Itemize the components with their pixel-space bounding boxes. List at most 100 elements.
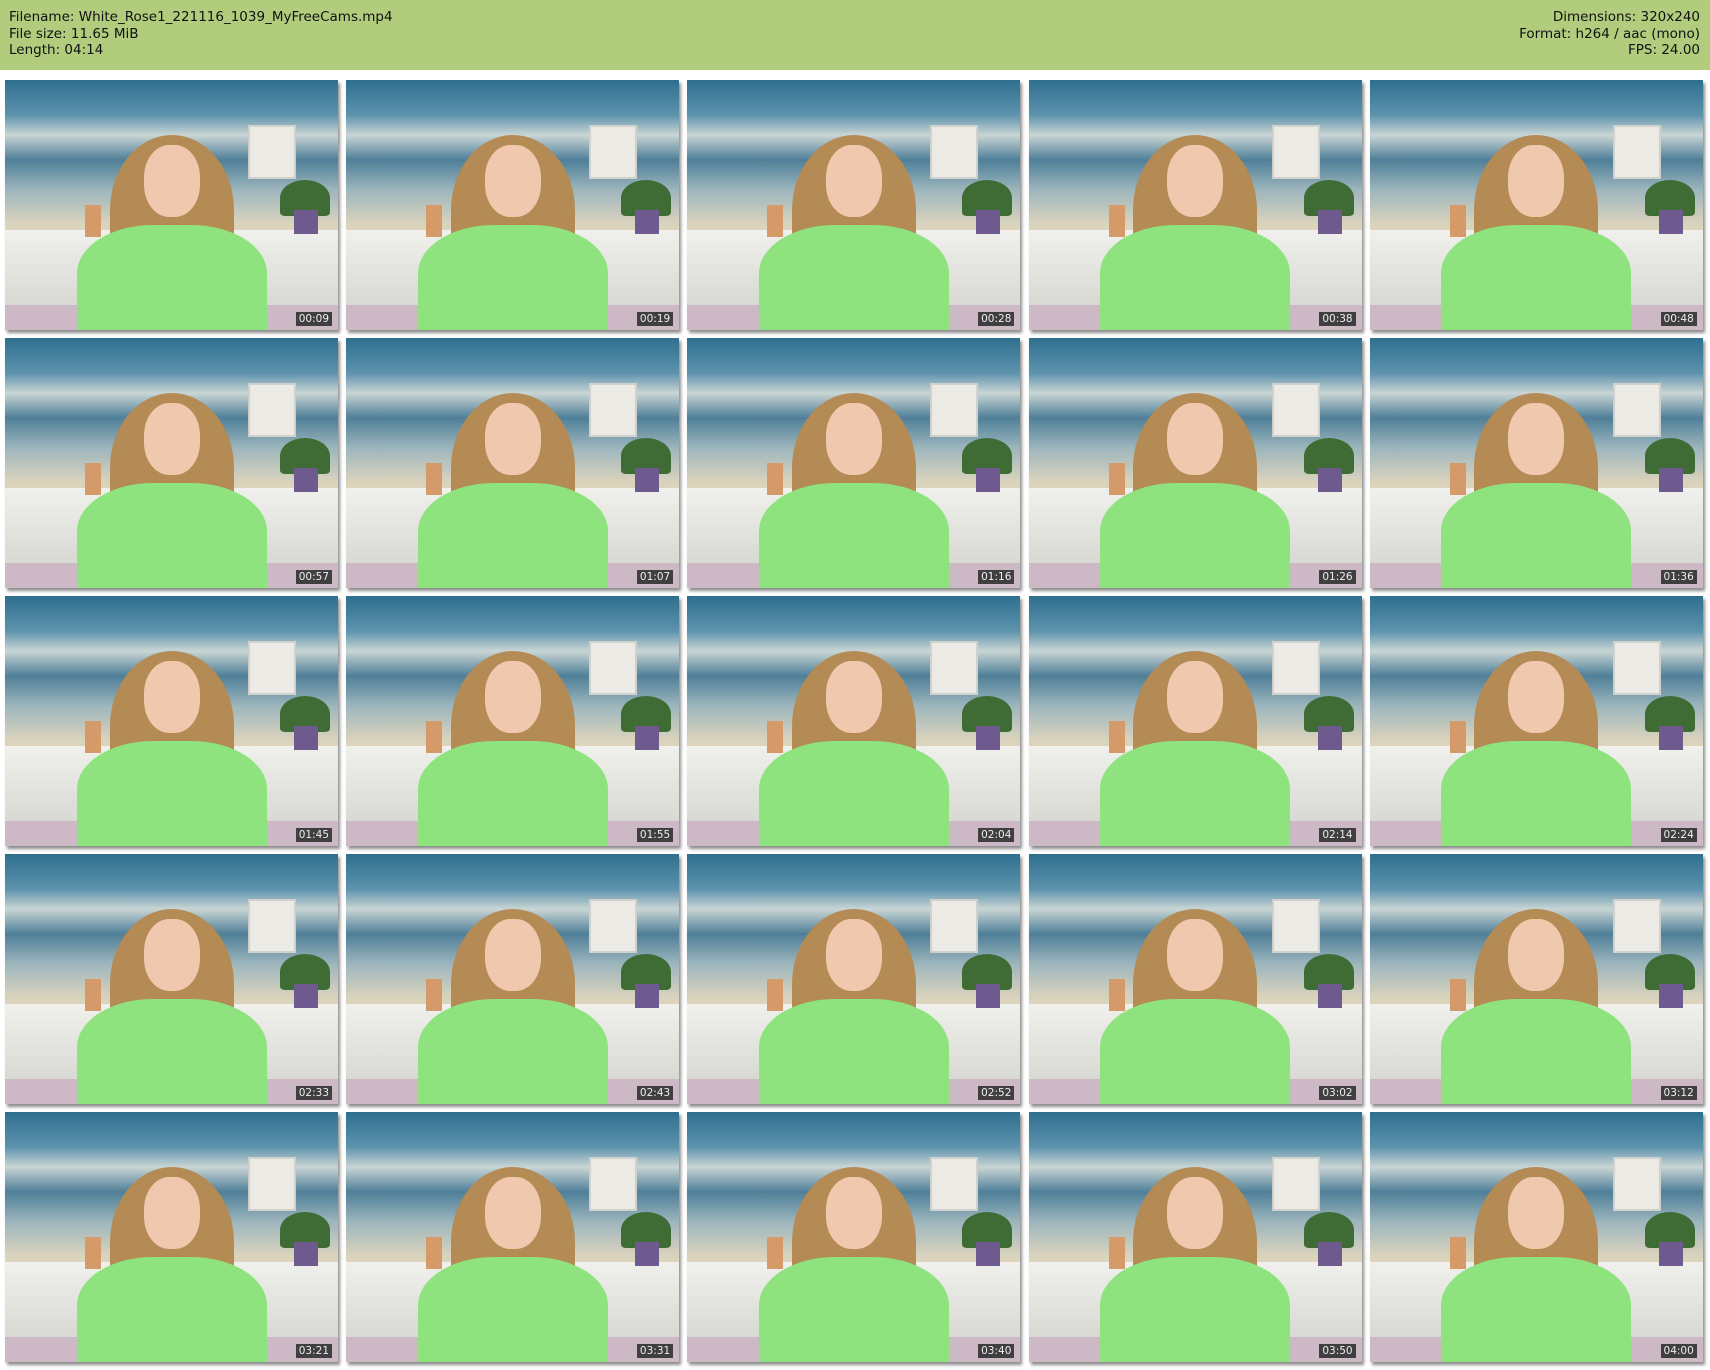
video-frame-thumbnail: 03:12 — [1369, 854, 1703, 1104]
pot — [1658, 726, 1683, 750]
tower — [426, 463, 443, 495]
timestamp: 00:09 — [295, 312, 332, 326]
pot — [635, 210, 660, 234]
wall-panel — [589, 1157, 638, 1211]
person-body — [1441, 741, 1632, 846]
video-frame-thumbnail: 01:55 — [346, 596, 680, 846]
person-body — [1100, 483, 1291, 588]
wall-panel — [930, 899, 979, 953]
tower — [85, 721, 101, 753]
pot — [976, 984, 1001, 1008]
tower — [85, 463, 101, 495]
person-face — [1508, 661, 1565, 733]
pot — [294, 468, 318, 492]
tower — [426, 979, 443, 1011]
video-frame-thumbnail: 01:45 — [5, 596, 338, 846]
video-frame-thumbnail: 00:48 — [1369, 80, 1703, 330]
timestamp: 03:02 — [1319, 1086, 1356, 1100]
person-body — [76, 999, 267, 1104]
person-face — [1167, 661, 1224, 733]
tower — [85, 1237, 101, 1269]
wall-panel — [1612, 641, 1661, 695]
wall-panel — [589, 641, 638, 695]
tower — [85, 979, 101, 1011]
timestamp: 03:21 — [295, 1344, 332, 1358]
wall-panel — [589, 899, 638, 953]
dimensions: Dimensions: 320x240 — [1552, 9, 1700, 25]
wall-panel — [589, 383, 638, 437]
person-body — [417, 741, 608, 846]
video-frame-thumbnail: 01:26 — [1028, 338, 1362, 588]
timestamp: 01:55 — [636, 828, 674, 842]
pot — [294, 1242, 318, 1266]
pot — [1658, 468, 1683, 492]
person-body — [1441, 1257, 1632, 1362]
video-frame-thumbnail: 04:00 — [1369, 1112, 1703, 1362]
person-body — [1100, 225, 1291, 330]
tower — [1108, 463, 1125, 495]
video-frame-thumbnail: 03:02 — [1028, 854, 1362, 1104]
person-face — [825, 661, 882, 733]
tower — [767, 721, 784, 753]
tower — [1449, 1237, 1466, 1269]
tower — [1449, 979, 1466, 1011]
person-body — [1441, 483, 1632, 588]
timestamp: 01:36 — [1660, 570, 1697, 584]
timestamp: 03:31 — [636, 1344, 674, 1358]
video-frame-thumbnail: 00:19 — [346, 80, 680, 330]
person-body — [1441, 225, 1632, 330]
timestamp: 04:00 — [1660, 1344, 1697, 1358]
wall-panel — [1612, 899, 1661, 953]
tower — [1449, 463, 1466, 495]
person-body — [758, 483, 949, 588]
video-frame-thumbnail: 01:07 — [346, 338, 680, 588]
tower — [1108, 979, 1125, 1011]
video-frame-thumbnail: 02:04 — [687, 596, 1021, 846]
person-body — [1100, 999, 1291, 1104]
timestamp: 00:57 — [295, 570, 332, 584]
format: Format: h264 / aac (mono) — [1519, 25, 1700, 42]
person-body — [76, 483, 267, 588]
tower — [1108, 1237, 1125, 1269]
video-frame-thumbnail: 00:38 — [1028, 80, 1362, 330]
video-frame-thumbnail: 01:16 — [687, 338, 1021, 588]
wall-panel — [1271, 1157, 1320, 1211]
timestamp: 02:52 — [978, 1086, 1015, 1100]
person-face — [143, 403, 200, 475]
video-frame-thumbnail: 03:31 — [346, 1112, 680, 1362]
video-frame-thumbnail: 02:52 — [687, 854, 1021, 1104]
person-body — [417, 483, 608, 588]
timestamp: 03:50 — [1319, 1344, 1356, 1358]
wall-panel — [1612, 1157, 1661, 1211]
wall-panel — [930, 641, 979, 695]
timestamp: 02:33 — [295, 1086, 332, 1100]
person-body — [76, 225, 267, 330]
pot — [294, 984, 318, 1008]
timestamp: 03:12 — [1660, 1086, 1697, 1100]
person-body — [1100, 1257, 1291, 1362]
wall-panel — [930, 1157, 979, 1211]
video-frame-thumbnail: 00:09 — [5, 80, 338, 330]
tower — [767, 205, 784, 237]
pot — [976, 210, 1001, 234]
wall-panel — [248, 125, 296, 179]
person-body — [76, 741, 267, 846]
person-body — [417, 225, 608, 330]
pot — [1317, 984, 1342, 1008]
video-frame-thumbnail: 03:40 — [687, 1112, 1021, 1362]
length: Length: 04:14 — [9, 42, 104, 58]
tower — [426, 1237, 443, 1269]
person-face — [484, 403, 541, 475]
timestamp: 02:24 — [1660, 828, 1697, 842]
file-info-left: Filename: White_Rose1_221116_1039_MyFree… — [9, 9, 393, 59]
wall-panel — [1271, 383, 1320, 437]
person-body — [758, 1257, 949, 1362]
person-face — [825, 919, 882, 991]
tower — [426, 205, 443, 237]
timestamp: 00:48 — [1660, 312, 1697, 326]
pot — [1317, 726, 1342, 750]
tower — [1449, 721, 1466, 753]
person-body — [1441, 999, 1632, 1104]
pot — [635, 726, 660, 750]
tower — [767, 979, 784, 1011]
